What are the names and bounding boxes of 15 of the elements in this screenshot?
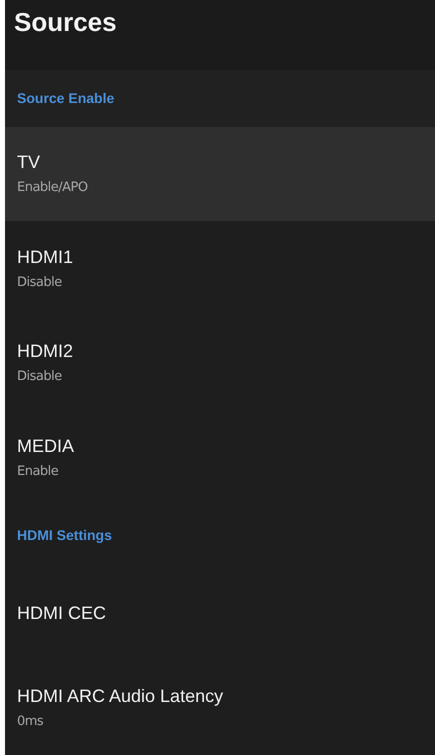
item-title: HDMI1 [17, 246, 74, 269]
item-subtitle: Enable/APO [17, 179, 88, 198]
item-title: TV [17, 151, 40, 174]
item-title: HDMI2 [17, 340, 74, 364]
item-subtitle: Enable [17, 462, 58, 481]
page-title: Sources [14, 6, 117, 39]
item-subtitle: Disable [17, 274, 62, 292]
item-subtitle: Disable [17, 368, 62, 386]
item-title: HDMI ARC Audio Latency [17, 684, 224, 708]
section-header: Source Enable [17, 89, 114, 108]
list-item[interactable]: TV Enable/APO [5, 126, 435, 222]
item-subtitle: 0ms [17, 712, 44, 731]
item-title: HDMI CEC [17, 602, 106, 626]
section-header: HDMI Settings [17, 526, 112, 546]
item-title: MEDIA [17, 434, 74, 458]
